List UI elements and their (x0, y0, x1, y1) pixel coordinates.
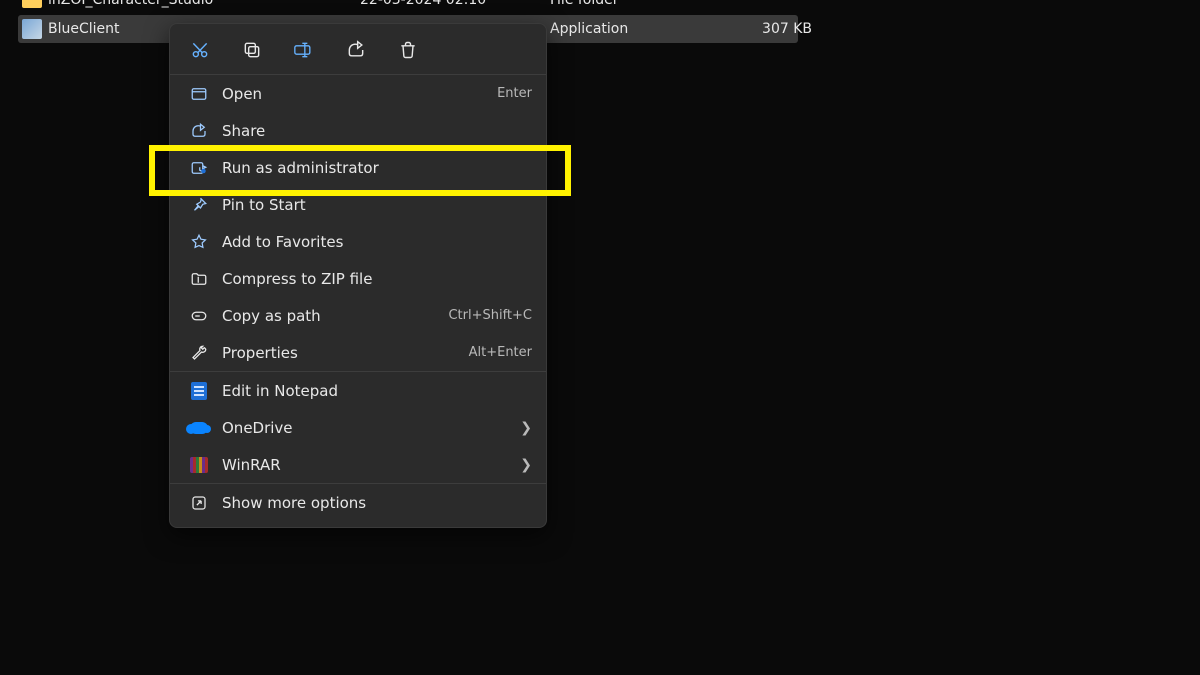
shield-admin-icon (188, 157, 210, 179)
menu-label: OneDrive (222, 419, 520, 437)
menu-winrar[interactable]: WinRAR ❯ (170, 446, 546, 483)
winrar-icon (188, 454, 210, 476)
menu-label: Compress to ZIP file (222, 270, 532, 288)
more-options-icon (188, 492, 210, 514)
menu-label: Run as administrator (222, 159, 532, 177)
menu-label: Pin to Start (222, 196, 532, 214)
onedrive-icon (188, 417, 210, 439)
delete-button[interactable] (396, 38, 420, 62)
menu-label: Open (222, 85, 497, 103)
menu-share[interactable]: Share (170, 112, 546, 149)
menu-label: Show more options (222, 494, 532, 512)
open-icon (188, 83, 210, 105)
rename-button[interactable] (292, 38, 316, 62)
menu-label: WinRAR (222, 456, 520, 474)
application-icon (22, 19, 42, 39)
menu-shortcut: Enter (497, 86, 532, 101)
menu-onedrive[interactable]: OneDrive ❯ (170, 409, 546, 446)
menu-show-more-options[interactable]: Show more options (170, 484, 546, 521)
file-type: File folder (550, 0, 740, 8)
wrench-icon (188, 342, 210, 364)
menu-edit-in-notepad[interactable]: Edit in Notepad (170, 372, 546, 409)
menu-label: Copy as path (222, 307, 448, 325)
star-icon (188, 231, 210, 253)
menu-label: Add to Favorites (222, 233, 532, 251)
menu-copy-as-path[interactable]: Copy as path Ctrl+Shift+C (170, 297, 546, 334)
menu-open[interactable]: Open Enter (170, 75, 546, 112)
share-button[interactable] (344, 38, 368, 62)
share-icon (188, 120, 210, 142)
menu-run-as-administrator[interactable]: Run as administrator (170, 149, 546, 186)
file-date: 22-03-2024 02:10 (360, 0, 550, 8)
file-row-folder[interactable]: inZOI_Character_Studio 22-03-2024 02:10 … (0, 0, 1200, 14)
copy-button[interactable] (240, 38, 264, 62)
notepad-icon (188, 380, 210, 402)
menu-shortcut: Alt+Enter (469, 345, 532, 360)
file-size: 307 KB (740, 21, 820, 37)
menu-pin-to-start[interactable]: Pin to Start (170, 186, 546, 223)
chevron-right-icon: ❯ (520, 457, 532, 473)
zip-folder-icon (188, 268, 210, 290)
pin-icon (188, 194, 210, 216)
file-name: inZOI_Character_Studio (48, 0, 360, 8)
cut-button[interactable] (188, 38, 212, 62)
file-type: Application (550, 21, 740, 37)
chevron-right-icon: ❯ (520, 420, 532, 436)
menu-label: Share (222, 122, 532, 140)
menu-label: Properties (222, 344, 469, 362)
menu-shortcut: Ctrl+Shift+C (448, 308, 532, 323)
menu-label: Edit in Notepad (222, 382, 532, 400)
menu-compress-zip[interactable]: Compress to ZIP file (170, 260, 546, 297)
copy-path-icon (188, 305, 210, 327)
menu-add-to-favorites[interactable]: Add to Favorites (170, 223, 546, 260)
context-menu: Open Enter Share Run as administrator Pi… (169, 23, 547, 528)
menu-properties[interactable]: Properties Alt+Enter (170, 334, 546, 371)
quick-actions-bar (170, 24, 546, 74)
folder-icon (22, 0, 42, 10)
